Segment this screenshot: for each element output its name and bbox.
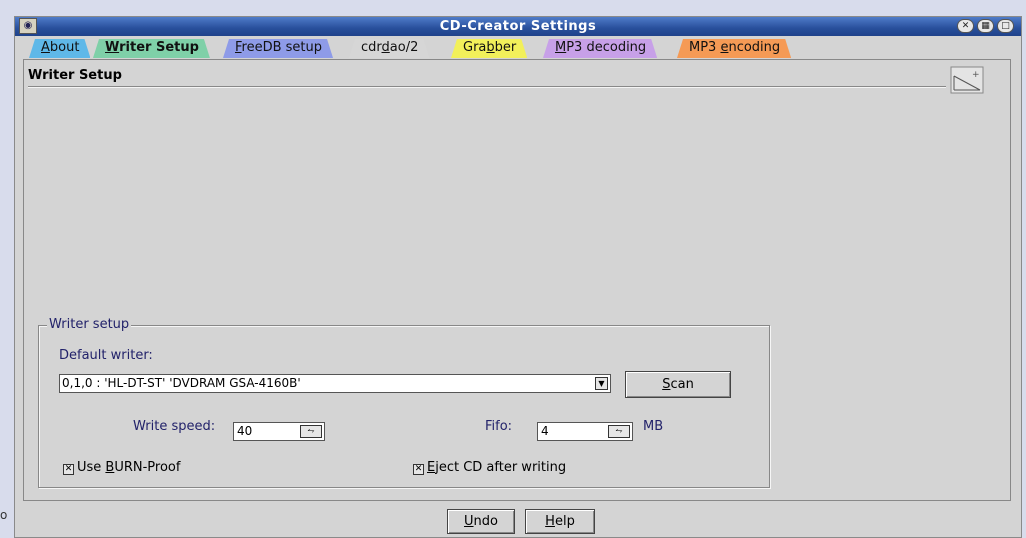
- default-writer-value: 0,1,0 : 'HL-DT-ST' 'DVDRAM GSA-4160B': [62, 376, 301, 390]
- write-speed-stepper-icon[interactable]: ⥊: [300, 425, 322, 438]
- stray-text: o: [0, 508, 8, 522]
- fifo-value: 4: [541, 424, 549, 438]
- settings-window: ◉ CD-Creator Settings ✕ ▦ □ About Writer…: [14, 16, 1022, 538]
- tab-bar: About Writer Setup FreeDB setup cdrdao/2…: [29, 39, 849, 59]
- eject-cd-checkbox[interactable]: ✕: [413, 464, 424, 475]
- window-title: CD-Creator Settings: [439, 19, 597, 34]
- burn-proof-checkbox[interactable]: ✕: [63, 464, 74, 475]
- default-writer-label: Default writer:: [59, 348, 153, 363]
- burn-proof-label[interactable]: Use BURN-Proof: [77, 460, 180, 475]
- maximize-icon[interactable]: ▦: [977, 19, 994, 33]
- default-writer-select[interactable]: 0,1,0 : 'HL-DT-ST' 'DVDRAM GSA-4160B' ▼: [59, 374, 611, 393]
- close-icon[interactable]: ✕: [957, 19, 974, 33]
- help-button[interactable]: Help: [525, 509, 595, 534]
- tab-freedb-setup[interactable]: FreeDB setup: [223, 39, 333, 58]
- tab-writer-setup[interactable]: Writer Setup: [93, 39, 210, 58]
- tab-grabber[interactable]: Grabber: [451, 39, 527, 58]
- write-speed-label: Write speed:: [133, 419, 216, 434]
- page-title: Writer Setup: [28, 68, 122, 83]
- tab-cdrdao[interactable]: cdrdao/2: [349, 39, 429, 58]
- group-legend: Writer setup: [47, 317, 132, 332]
- tab-about[interactable]: About: [29, 39, 90, 58]
- write-speed-value: 40: [237, 424, 253, 438]
- undo-button[interactable]: Undo: [447, 509, 515, 534]
- title-divider: [28, 86, 946, 88]
- write-speed-field[interactable]: 40 ⥊: [233, 422, 325, 441]
- fifo-stepper-icon[interactable]: ⥊: [608, 425, 630, 438]
- fifo-label: Fifo:: [485, 419, 513, 434]
- settings-panel: Writer Setup + Writer setup Default writ…: [23, 59, 1011, 501]
- title-bar[interactable]: ◉ CD-Creator Settings ✕ ▦ □: [15, 17, 1021, 36]
- page-corner-icon[interactable]: +: [950, 66, 984, 94]
- writer-setup-group: Writer setup Default writer: 0,1,0 : 'HL…: [38, 317, 770, 488]
- svg-text:+: +: [972, 70, 980, 80]
- tab-mp3-encoding[interactable]: MP3 encoding: [677, 39, 791, 58]
- scan-button[interactable]: Scan: [625, 371, 731, 398]
- tab-mp3-decoding[interactable]: MP3 decoding: [543, 39, 657, 58]
- minimize-icon[interactable]: □: [997, 19, 1014, 33]
- eject-cd-label[interactable]: Eject CD after writing: [427, 460, 566, 475]
- dropdown-arrow-icon[interactable]: ▼: [595, 377, 608, 390]
- fifo-unit: MB: [643, 419, 664, 434]
- fifo-field[interactable]: 4 ⥊: [537, 422, 633, 441]
